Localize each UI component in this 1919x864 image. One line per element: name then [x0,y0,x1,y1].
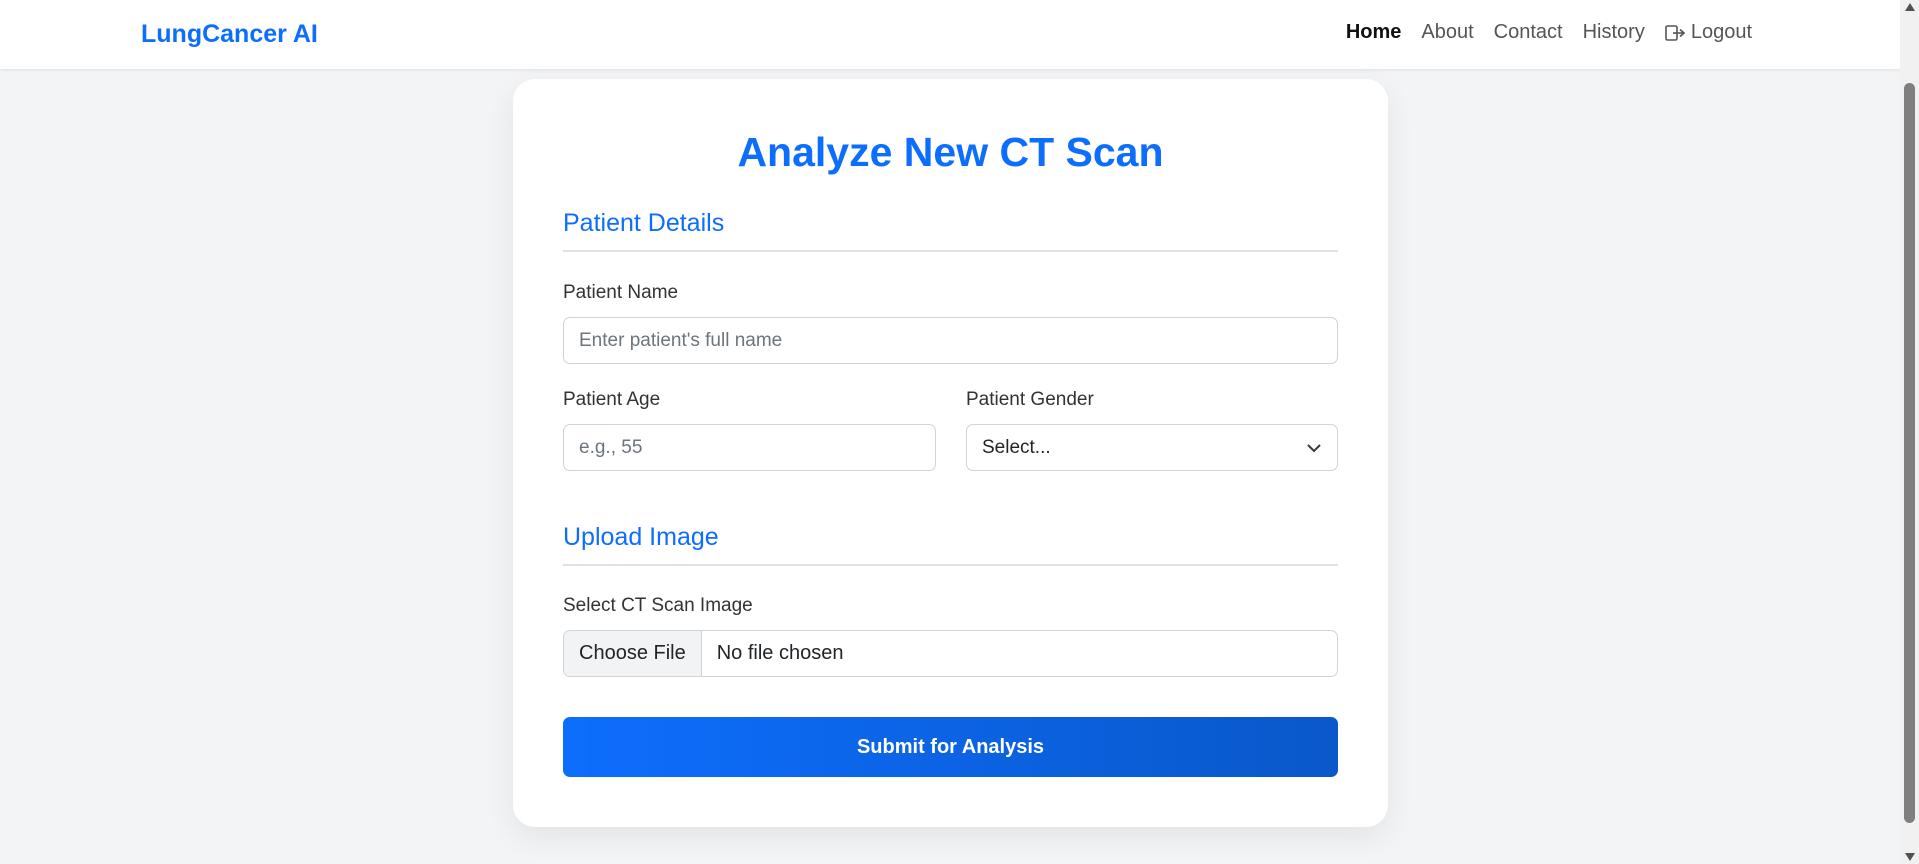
analysis-form-card: Analyze New CT Scan Patient Details Pati… [513,79,1388,827]
nav-links: Home About Contact History Logout [1346,21,1752,44]
logout-icon [1665,24,1685,41]
patient-gender-value: Select... [982,436,1051,458]
patient-age-label: Patient Age [563,389,661,410]
choose-file-button[interactable]: Choose File [564,631,702,676]
scroll-down-icon[interactable] [1905,853,1915,861]
chevron-down-icon [1307,443,1321,452]
nav-history[interactable]: History [1583,21,1645,44]
scroll-up-icon[interactable] [1905,3,1915,11]
patient-name-input[interactable]: Enter patient's full name [563,317,1338,364]
top-navbar: LungCancer AI Home About Contact History… [0,0,1900,69]
ct-scan-label: Select CT Scan Image [563,595,753,616]
page-scrollbar[interactable] [1900,0,1919,864]
patient-age-placeholder: e.g., 55 [579,436,643,458]
file-status-text: No file chosen [716,642,844,664]
nav-home[interactable]: Home [1346,21,1402,44]
patient-name-placeholder: Enter patient's full name [579,329,783,351]
patient-details-heading: Patient Details [563,209,1338,252]
nav-about[interactable]: About [1421,21,1473,44]
nav-logout-label: Logout [1690,21,1752,43]
ct-scan-file-input[interactable]: Choose File No file chosen [563,630,1338,677]
patient-age-input[interactable]: e.g., 55 [563,424,936,471]
scroll-thumb[interactable] [1904,83,1915,823]
patient-name-label: Patient Name [563,282,679,303]
nav-contact[interactable]: Contact [1494,21,1563,44]
patient-gender-select[interactable]: Select... [966,424,1338,471]
submit-analysis-button[interactable]: Submit for Analysis [563,717,1338,777]
nav-logout[interactable]: Logout [1665,21,1752,44]
brand-logo[interactable]: LungCancer AI [141,20,318,49]
upload-image-heading: Upload Image [563,523,1338,566]
patient-gender-label: Patient Gender [966,389,1094,410]
page-title: Analyze New CT Scan [737,129,1164,175]
